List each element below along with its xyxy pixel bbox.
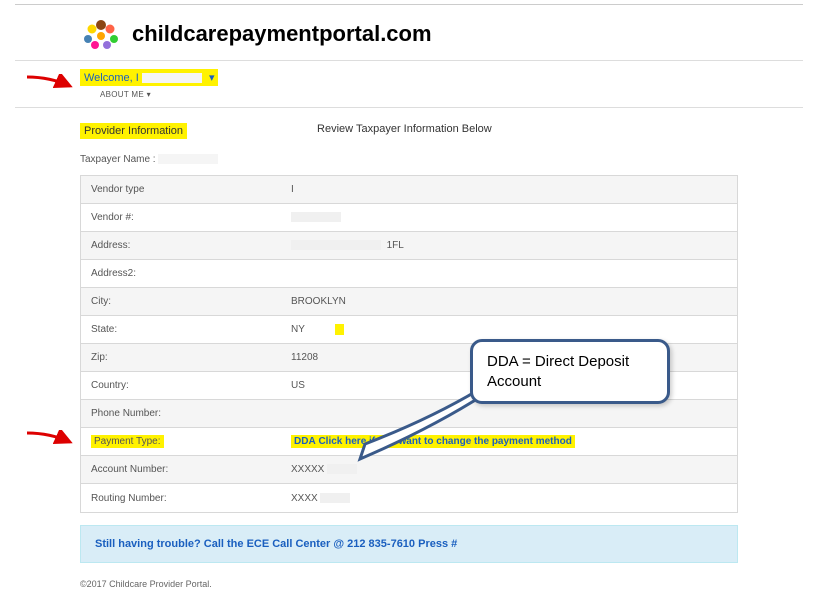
label-payment-type: Payment Type: — [81, 430, 281, 453]
welcome-label[interactable]: Welcome, I ▾ — [80, 69, 218, 86]
footer-text: ©2017 Childcare Provider Portal. — [0, 571, 818, 604]
section-title: Provider Information — [80, 123, 187, 139]
label-country: Country: — [81, 374, 281, 397]
redacted-value — [158, 154, 218, 164]
callout-text: DDA = Direct Deposit Account — [487, 353, 629, 390]
label-zip: Zip: — [81, 346, 281, 369]
value-routing: XXXX — [281, 487, 737, 510]
annotation-arrow-icon — [25, 430, 75, 450]
label-vendor-type: Vendor type — [81, 178, 281, 201]
label-vendor-num: Vendor #: — [81, 206, 281, 229]
value-city: BROOKLYN — [281, 290, 737, 313]
about-me-menu[interactable]: ABOUT ME ▾ — [0, 88, 818, 107]
table-row: Vendor type I — [81, 176, 737, 204]
value-address2 — [281, 268, 737, 280]
taxpayer-name-label: Taxpayer Name : — [80, 154, 156, 165]
logo-icon — [80, 13, 122, 55]
label-phone: Phone Number: — [81, 402, 281, 425]
chevron-down-icon: ▾ — [209, 72, 215, 84]
label-city: City: — [81, 290, 281, 313]
label-account: Account Number: — [81, 458, 281, 481]
table-row: City: BROOKLYN — [81, 288, 737, 316]
label-address: Address: — [81, 234, 281, 257]
table-row: Vendor #: — [81, 204, 737, 232]
annotation-arrow-icon — [25, 74, 75, 94]
section-subtitle: Review Taxpayer Information Below — [317, 123, 492, 139]
value-address: 1FL — [281, 234, 737, 257]
page-header: childcarepaymentportal.com — [0, 5, 818, 60]
table-row: Routing Number: XXXX — [81, 484, 737, 512]
table-row: Address: 1FL — [81, 232, 737, 260]
help-box: Still having trouble? Call the ECE Call … — [80, 525, 738, 563]
label-state: State: — [81, 318, 281, 341]
table-row: Address2: — [81, 260, 737, 288]
value-state: NY — [281, 318, 737, 341]
label-address2: Address2: — [81, 262, 281, 285]
chevron-down-icon: ▾ — [147, 90, 151, 99]
annotation-callout: DDA = Direct Deposit Account — [470, 339, 670, 404]
value-vendor-num — [281, 206, 737, 229]
label-routing: Routing Number: — [81, 487, 281, 510]
help-text: Still having trouble? Call the ECE Call … — [95, 538, 457, 550]
site-title: childcarepaymentportal.com — [132, 21, 432, 47]
redacted-name — [142, 73, 202, 83]
value-vendor-type: I — [281, 178, 737, 201]
